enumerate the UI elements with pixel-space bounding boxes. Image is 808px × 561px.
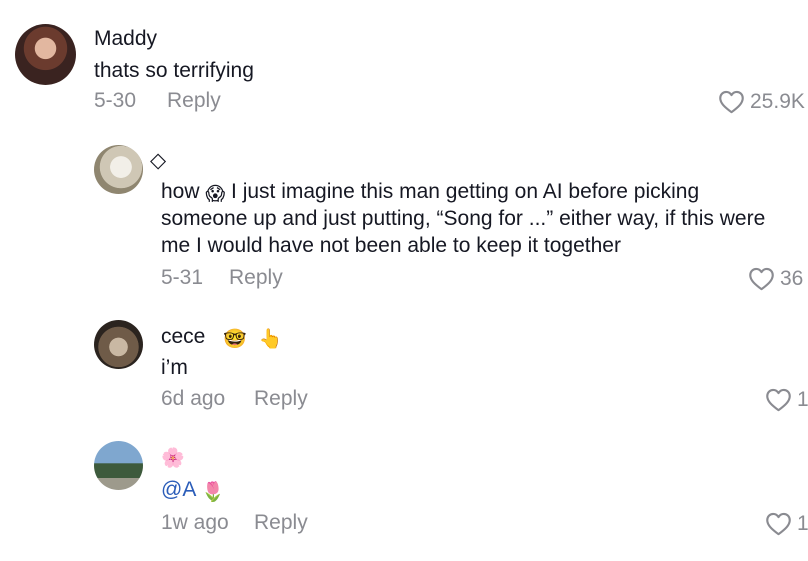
comment-date: 5-30	[94, 89, 137, 112]
like-button[interactable]: 36	[748, 266, 803, 291]
comment-text-prefix: how	[161, 180, 200, 203]
reply-button[interactable]: Reply	[254, 387, 308, 411]
heart-icon	[719, 90, 744, 114]
cherry-blossom-emoji-icon: 🌸	[161, 448, 185, 469]
like-count: 1	[797, 387, 808, 411]
mention-link[interactable]: @A	[161, 478, 195, 501]
username[interactable]: cece 🤓 👆	[161, 325, 282, 349]
avatar[interactable]	[94, 145, 143, 194]
nerd-face-emoji-icon: 🤓	[223, 329, 247, 350]
comment-date: 5-31	[161, 266, 204, 289]
username[interactable]: Maddy	[94, 27, 157, 51]
heart-icon	[749, 267, 774, 291]
like-count: 1	[797, 511, 808, 535]
like-button[interactable]: 25.9K	[718, 89, 805, 114]
comment-text: i’m	[161, 356, 188, 379]
like-button[interactable]: 1	[765, 511, 808, 536]
tulip-emoji-icon: 🌷	[201, 482, 225, 503]
avatar[interactable]	[94, 320, 143, 369]
username-text: cece	[161, 325, 206, 348]
heart-icon	[766, 388, 791, 412]
username[interactable]: 🌸	[161, 444, 185, 468]
reply-button[interactable]: Reply	[167, 89, 221, 113]
like-button[interactable]: 1	[765, 387, 808, 412]
avatar[interactable]	[15, 24, 76, 85]
avatar[interactable]	[94, 441, 143, 490]
like-count: 36	[780, 266, 804, 290]
reply-button[interactable]: Reply	[229, 266, 283, 290]
comment-date: 1w ago	[161, 511, 229, 534]
pointing-up-emoji-icon: 👆	[258, 329, 283, 350]
comment-text-body: I just imagine this man getting on AI be…	[161, 180, 766, 257]
comment-text: thats so terrifying	[94, 59, 254, 82]
comment-text: @A 🌷	[161, 476, 225, 503]
username[interactable]: ◇	[150, 148, 166, 173]
reply-button[interactable]: Reply	[254, 511, 308, 535]
scream-emoji-icon: 😱	[205, 184, 226, 205]
comment-text: how 😱 I just imagine this man getting on…	[161, 178, 781, 259]
comment-date: 6d ago	[161, 387, 226, 410]
like-count: 25.9K	[750, 89, 805, 113]
heart-icon	[766, 512, 791, 536]
